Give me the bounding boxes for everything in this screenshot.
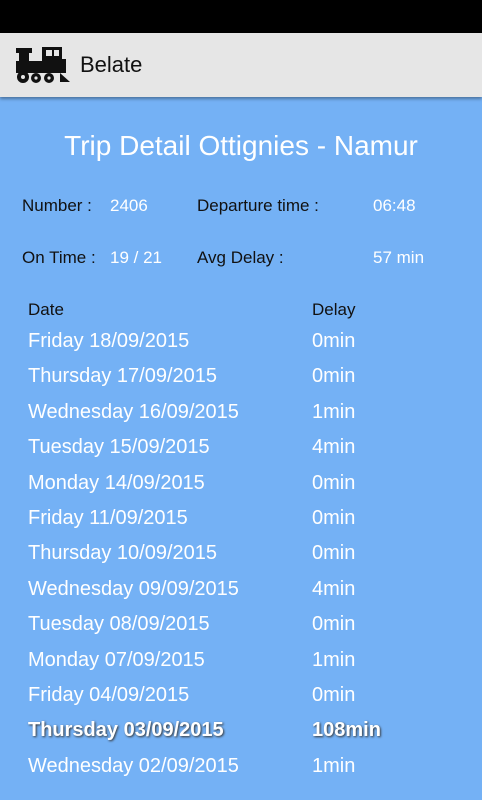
list-item[interactable]: Friday 11/09/2015 0min <box>0 503 482 538</box>
app-title: Belate <box>80 52 143 77</box>
row-delay: 0min <box>312 613 356 636</box>
action-bar: Belate <box>0 33 482 97</box>
row-date: Wednesday 02/09/2015 <box>28 754 239 777</box>
departure-label: Departure time : <box>197 196 319 215</box>
row-delay: 4min <box>312 577 356 600</box>
trip-detail-content: Trip Detail Ottignies - Namur Number : 2… <box>0 100 482 800</box>
row-delay: 1min <box>312 648 356 671</box>
row-date: Friday 18/09/2015 <box>28 330 190 352</box>
row-date: Wednesday 16/09/2015 <box>28 400 239 423</box>
row-date: Thursday 03/09/2015 <box>28 719 224 742</box>
avg-delay-label: Avg Delay : <box>197 248 284 267</box>
delay-column-header: Delay <box>312 300 356 319</box>
list-item[interactable]: Wednesday 09/09/2015 4min <box>0 574 482 609</box>
list-item[interactable]: Wednesday 02/09/2015 1min <box>0 751 482 786</box>
row-date: Wednesday 09/09/2015 <box>28 577 239 600</box>
row-date: Tuesday 15/09/2015 <box>28 436 210 459</box>
status-bar <box>0 0 482 33</box>
row-date: Monday 07/09/2015 <box>28 648 205 671</box>
row-delay: 0min <box>312 330 356 352</box>
row-delay: 0min <box>312 506 356 529</box>
row-date: Friday 04/09/2015 <box>28 683 190 706</box>
delay-list[interactable]: Friday 18/09/2015 0min Thursday 17/09/201… <box>0 326 482 786</box>
row-delay: 0min <box>312 365 356 388</box>
row-delay: 0min <box>312 471 356 494</box>
row-delay: 0min <box>312 542 356 565</box>
list-item[interactable]: Friday 04/09/2015 0min <box>0 680 482 715</box>
list-item[interactable]: Tuesday 08/09/2015 0min <box>0 609 482 644</box>
list-item[interactable]: Friday 18/09/2015 0min <box>0 326 482 361</box>
number-value: 2406 <box>110 196 148 215</box>
list-item[interactable]: Thursday 10/09/2015 0min <box>0 538 482 573</box>
train-icon <box>16 47 70 83</box>
row-delay: 1min <box>312 754 356 777</box>
row-delay: 108min <box>312 719 381 742</box>
row-date: Monday 14/09/2015 <box>28 471 205 494</box>
row-delay: 4min <box>312 436 356 459</box>
trip-title: Trip Detail Ottignies - Namur <box>64 130 418 161</box>
list-item[interactable]: Tuesday 15/09/2015 4min <box>0 432 482 467</box>
row-delay: 1min <box>312 400 356 423</box>
row-date: Thursday 10/09/2015 <box>28 542 218 565</box>
ontime-label: On Time : <box>22 248 96 267</box>
avg-delay-value: 57 min <box>373 248 425 267</box>
row-date: Tuesday 08/09/2015 <box>28 613 210 636</box>
row-date: Thursday 17/09/2015 <box>28 365 218 388</box>
list-item[interactable]: Monday 07/09/2015 1min <box>0 645 482 680</box>
number-label: Number : <box>22 196 92 215</box>
row-date: Friday 11/09/2015 <box>28 506 188 529</box>
row-delay: 0min <box>312 683 356 706</box>
ontime-value: 19 / 21 <box>110 248 162 267</box>
list-item[interactable]: Wednesday 16/09/2015 1min <box>0 397 482 432</box>
date-column-header: Date <box>28 300 64 319</box>
list-item-highlighted[interactable]: Thursday 03/09/2015 108min <box>0 715 482 750</box>
list-item[interactable]: Thursday 17/09/2015 0min <box>0 361 482 396</box>
departure-value: 06:48 <box>373 196 416 215</box>
list-item[interactable]: Monday 14/09/2015 0min <box>0 468 482 503</box>
